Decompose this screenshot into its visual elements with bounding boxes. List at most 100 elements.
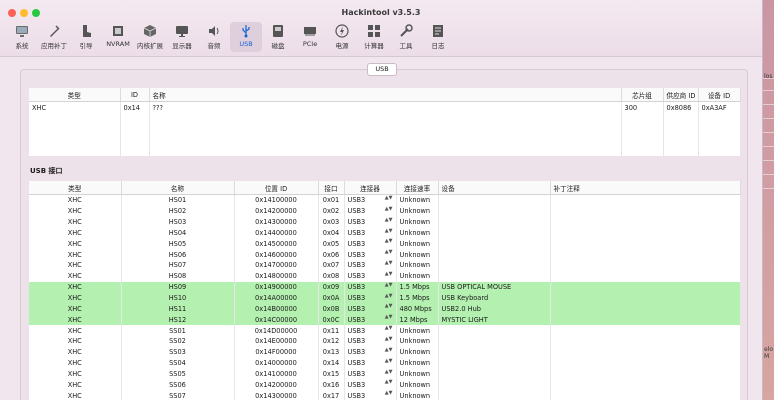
cell-connector[interactable]: USB3 ▲▼ — [344, 390, 397, 400]
toolbar-system[interactable]: 系统 — [6, 22, 38, 52]
controller-row[interactable]: XHC 0x14 ??? 300 0x8086 0xA3AF — [29, 101, 741, 118]
select-arrows-icon: ▲▼ — [384, 238, 393, 245]
connector-select-value: USB3 — [347, 348, 366, 357]
cell-speed: Unknown — [396, 216, 439, 228]
toolbar-power[interactable]: 电源 — [326, 22, 358, 52]
port-row[interactable]: XHC HS10 0x14A00000 0x0A USB3 ▲▼ 1.5 Mbps USB K… — [29, 292, 741, 304]
cell-speed: 1.5 Mbps — [396, 281, 439, 293]
port-row[interactable]: XHC HS02 0x14200000 0x02 USB3 ▲▼ Unknown — [29, 205, 741, 217]
calculator-icon — [368, 25, 380, 37]
cell-connector[interactable]: USB3 ▲▼ — [344, 368, 397, 380]
column-header[interactable]: 类型 — [29, 181, 122, 195]
cell-type: XHC — [29, 314, 122, 326]
select-arrows-icon: ▲▼ — [384, 335, 393, 342]
cell-connector[interactable]: USB3 ▲▼ — [344, 346, 397, 358]
port-row[interactable]: XHC SS07 0x14300000 0x17 USB3 ▲▼ Unknown — [29, 390, 741, 400]
nvram-icon — [113, 26, 123, 36]
toolbar-log[interactable]: 日志 — [422, 22, 454, 52]
cell-connector[interactable]: USB3 ▲▼ — [344, 357, 397, 369]
toolbar-boot[interactable]: 引导 — [70, 22, 102, 52]
cell-connector[interactable]: USB3 ▲▼ — [344, 216, 397, 228]
port-row[interactable]: XHC SS06 0x14200000 0x16 USB3 ▲▼ Unknown — [29, 379, 741, 391]
toolbar-pcie[interactable]: PCIe — [294, 22, 326, 52]
column-header[interactable]: 供应商 ID — [663, 88, 699, 102]
cell-connector[interactable]: USB3 ▲▼ — [344, 238, 397, 250]
cell-connector[interactable]: USB3 ▲▼ — [344, 205, 397, 217]
cell-type: XHC — [29, 281, 122, 293]
toolbar-display[interactable]: 显示器 — [166, 22, 198, 52]
cell-connector[interactable]: USB3 ▲▼ — [344, 281, 397, 293]
toolbar-patch[interactable]: 应用补丁 — [38, 22, 70, 52]
cell-comment — [550, 238, 741, 250]
port-row[interactable]: XHC HS11 0x14B00000 0x0B USB3 ▲▼ 480 Mbps USB2.… — [29, 303, 741, 315]
connector-select-value: USB3 — [347, 294, 366, 303]
connector-select-value: USB3 — [347, 207, 366, 216]
cell-connector[interactable]: USB3 ▲▼ — [344, 194, 397, 206]
cell-connector[interactable]: USB3 ▲▼ — [344, 314, 397, 326]
column-header[interactable]: 连接速率 — [396, 181, 439, 195]
cell-connector[interactable]: USB3 ▲▼ — [344, 227, 397, 239]
cell-location-id: 0x14100000 — [234, 368, 319, 380]
column-header[interactable]: 接口 — [318, 181, 345, 195]
cell-connector[interactable]: USB3 ▲▼ — [344, 335, 397, 347]
column-header[interactable]: 芯片组 — [621, 88, 664, 102]
port-row[interactable]: XHC SS01 0x14D00000 0x11 USB3 ▲▼ Unknown — [29, 325, 741, 336]
strip-line — [763, 160, 774, 161]
column-header[interactable]: 连接器 — [344, 181, 397, 195]
column-header[interactable]: 类型 — [29, 88, 121, 102]
column-header[interactable]: 名称 — [149, 88, 622, 102]
cell-type: XHC — [29, 292, 122, 304]
port-row[interactable]: XHC HS07 0x14700000 0x07 USB3 ▲▼ Unknown — [29, 260, 741, 271]
column-header[interactable]: 位置 ID — [234, 181, 319, 195]
cell-name: HS10 — [121, 292, 235, 304]
cell-name: SS06 — [121, 379, 235, 391]
cell-port: 0x07 — [318, 260, 345, 271]
cell-speed: Unknown — [396, 357, 439, 369]
select-arrows-icon: ▲▼ — [384, 390, 393, 397]
cell-connector[interactable]: USB3 ▲▼ — [344, 325, 397, 336]
toolbar-disk[interactable]: 磁盘 — [262, 22, 294, 52]
port-row[interactable]: XHC SS05 0x14100000 0x15 USB3 ▲▼ Unknown — [29, 368, 741, 380]
cell-connector[interactable]: USB3 ▲▼ — [344, 292, 397, 304]
column-header[interactable]: 名称 — [121, 181, 235, 195]
connector-select-value: USB3 — [347, 196, 366, 205]
port-row[interactable]: XHC SS03 0x14F00000 0x13 USB3 ▲▼ Unknown — [29, 346, 741, 358]
toolbar-usb[interactable]: USB — [230, 22, 262, 52]
cell-speed: Unknown — [396, 205, 439, 217]
cell-connector[interactable]: USB3 ▲▼ — [344, 379, 397, 391]
port-row[interactable]: XHC HS04 0x14400000 0x04 USB3 ▲▼ Unknown — [29, 227, 741, 239]
cell-connector[interactable]: USB3 ▲▼ — [344, 260, 397, 271]
port-row[interactable]: XHC SS02 0x14E00000 0x12 USB3 ▲▼ Unknown — [29, 335, 741, 347]
cell-connector[interactable]: USB3 ▲▼ — [344, 249, 397, 261]
log-icon — [433, 25, 443, 37]
cell-location-id: 0x14300000 — [234, 390, 319, 400]
cell-connector[interactable]: USB3 ▲▼ — [344, 270, 397, 282]
port-row[interactable]: XHC HS03 0x14300000 0x03 USB3 ▲▼ Unknown — [29, 216, 741, 228]
usb-port-table[interactable]: 类型 名称 位置 ID 接口 连接器 连接速率 设备 补丁注释 XHC HS01 0… — [29, 181, 741, 400]
controller-table[interactable]: 类型 ID 名称 芯片组 供应商 ID 设备 ID XHC 0x14 ??? 3… — [29, 88, 741, 118]
toolbar-nvram[interactable]: NVRAM — [102, 22, 134, 52]
column-header[interactable]: 补丁注释 — [550, 181, 741, 195]
column-header[interactable]: 设备 ID — [698, 88, 741, 102]
cell-speed: Unknown — [396, 227, 439, 239]
cell-comment — [550, 260, 741, 271]
cell-port: 0x13 — [318, 346, 345, 358]
cell-connector[interactable]: USB3 ▲▼ — [344, 303, 397, 315]
port-row[interactable]: XHC HS05 0x14500000 0x05 USB3 ▲▼ Unknown — [29, 238, 741, 250]
port-row[interactable]: XHC HS01 0x14100000 0x01 USB3 ▲▼ Unknown — [29, 194, 741, 206]
toolbar-kext[interactable]: 内核扩展 — [134, 22, 166, 52]
port-row[interactable]: XHC HS09 0x14900000 0x09 USB3 ▲▼ 1.5 Mbps USB O… — [29, 281, 741, 293]
toolbar-tools[interactable]: 工具 — [390, 22, 422, 52]
cell-comment — [550, 390, 741, 400]
strip-line — [763, 146, 774, 147]
column-header[interactable]: 设备 — [438, 181, 551, 195]
toolbar-calculator[interactable]: 计算器 — [358, 22, 390, 52]
port-row[interactable]: XHC HS06 0x14600000 0x06 USB3 ▲▼ Unknown — [29, 249, 741, 261]
connector-select-value: USB3 — [347, 337, 366, 346]
port-row[interactable]: XHC SS04 0x14000000 0x14 USB3 ▲▼ Unknown — [29, 357, 741, 369]
column-header[interactable]: ID — [120, 88, 150, 102]
port-row[interactable]: XHC HS08 0x14800000 0x08 USB3 ▲▼ Unknown — [29, 270, 741, 282]
cell-name: ??? — [149, 101, 622, 118]
port-row[interactable]: XHC HS12 0x14C00000 0x0C USB3 ▲▼ 12 Mbps MYSTIC… — [29, 314, 741, 326]
toolbar-audio[interactable]: 音频 — [198, 22, 230, 52]
